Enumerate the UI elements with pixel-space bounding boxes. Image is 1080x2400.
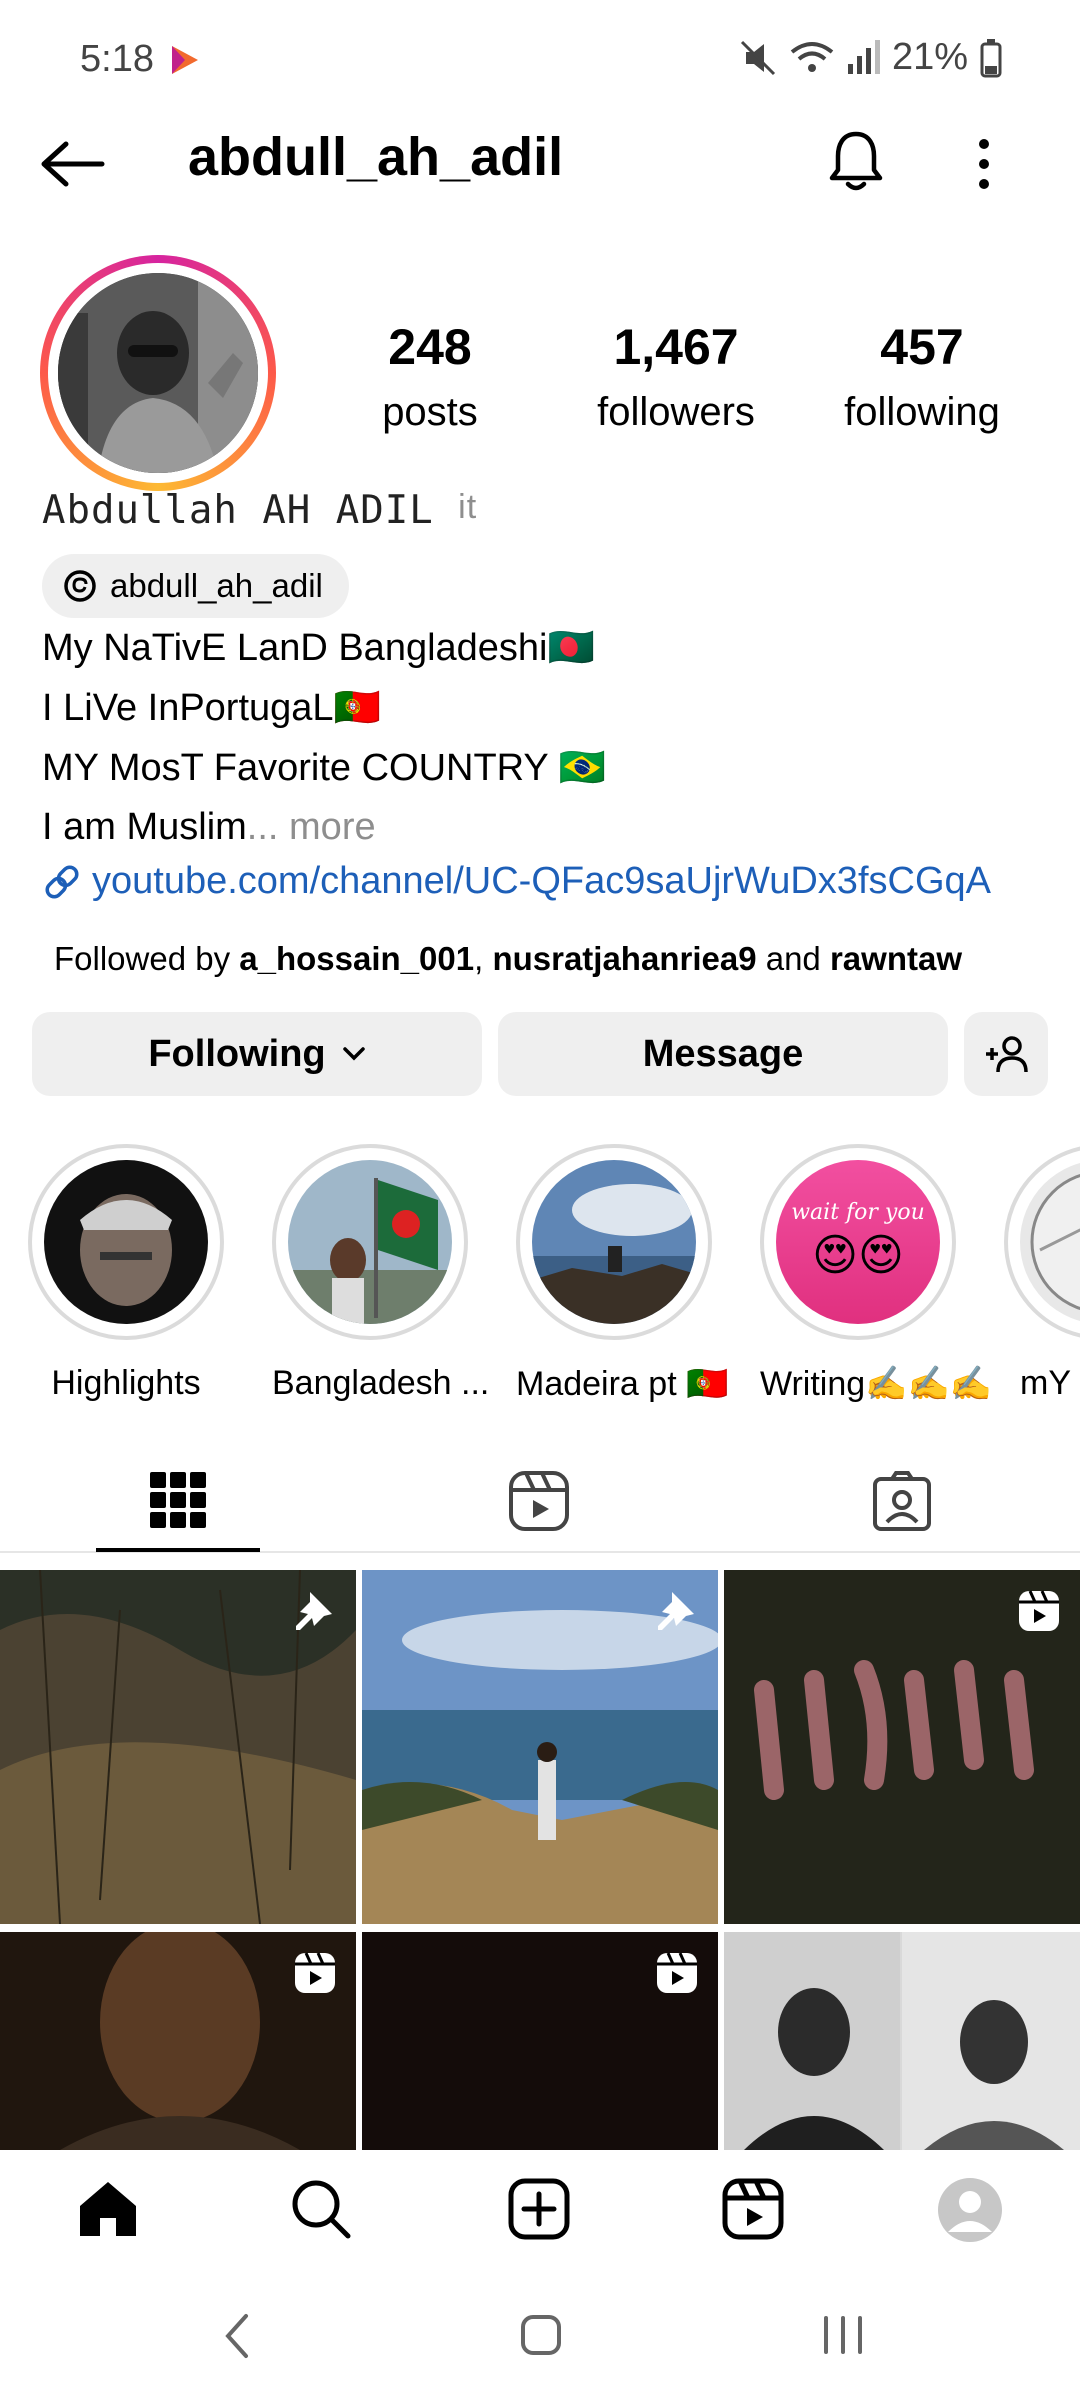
- threads-handle: abdull_ah_adil: [110, 567, 323, 604]
- battery-icon: [980, 38, 1002, 77]
- followed-by[interactable]: Followed by a_hossain_001, nusratjahanri…: [54, 940, 962, 978]
- add-person-icon: [986, 1036, 1028, 1073]
- followers-count: 1,467: [613, 319, 739, 375]
- grid-tab-icon[interactable]: [150, 1472, 206, 1528]
- profile-username: abdull_ah_adil: [188, 127, 564, 187]
- tagged-tab-icon[interactable]: [872, 1470, 932, 1532]
- highlight-item[interactable]: Highlights: [28, 1144, 224, 1403]
- reel-icon: [1019, 1590, 1059, 1631]
- following-count: 457: [880, 319, 964, 375]
- threads-icon: [64, 570, 96, 602]
- posts-stat[interactable]: 248 posts: [330, 318, 530, 435]
- profile-nav-icon[interactable]: [936, 2176, 1004, 2244]
- wifi-icon: [790, 41, 834, 72]
- mute-icon: [740, 40, 775, 75]
- post-tile[interactable]: [724, 1932, 1080, 2150]
- bio-line-4-text: I am Muslim: [42, 806, 247, 848]
- profile-avatar[interactable]: [40, 255, 276, 491]
- system-home-icon[interactable]: [520, 2314, 562, 2356]
- bio-line-3: MY MosT Favorite COUNTRY 🇧🇷: [42, 747, 606, 789]
- followed-by-prefix: Followed by: [54, 940, 240, 977]
- bio-line-4: I am Muslim... more: [42, 806, 376, 849]
- bell-icon[interactable]: [828, 130, 884, 192]
- highlight-item[interactable]: Madeira pt 🇵🇹: [516, 1144, 729, 1404]
- post-tile[interactable]: [362, 1932, 718, 2150]
- home-icon[interactable]: [76, 2178, 140, 2238]
- system-recents-icon[interactable]: [820, 2314, 866, 2356]
- more-options-icon[interactable]: [974, 136, 994, 192]
- followers-stat[interactable]: 1,467 followers: [576, 318, 776, 435]
- reels-tab-icon[interactable]: [508, 1470, 570, 1532]
- pin-icon: [296, 1592, 332, 1630]
- post-tile[interactable]: [724, 1570, 1080, 1924]
- highlight-cover: [532, 1160, 696, 1324]
- link-icon: [45, 864, 79, 899]
- following-button[interactable]: Following: [32, 1012, 482, 1096]
- highlight-label: mY: [1020, 1364, 1071, 1402]
- followed-by-user-1[interactable]: a_hossain_001: [239, 940, 474, 977]
- highlight-cover: [1020, 1160, 1080, 1324]
- emoji-text: 😍😍: [812, 1231, 904, 1280]
- reel-icon: [657, 1952, 697, 1993]
- active-tab-indicator: [96, 1548, 260, 1552]
- highlight-label: Highlights: [51, 1364, 201, 1402]
- status-time: 5:18: [80, 38, 154, 80]
- post-tile[interactable]: [362, 1570, 718, 1924]
- bio-more-link[interactable]: ... more: [247, 806, 376, 848]
- battery-percent: 21%: [891, 36, 968, 78]
- reel-icon: [295, 1952, 335, 1993]
- search-icon[interactable]: [290, 2178, 352, 2240]
- highlight-cover: [288, 1160, 452, 1324]
- pronoun-tag: it: [458, 488, 478, 526]
- highlight-cover: wait for you 😍😍: [776, 1160, 940, 1324]
- system-back-icon[interactable]: [222, 2312, 252, 2360]
- followed-by-user-3[interactable]: rawntaw: [830, 940, 962, 977]
- chevron-down-icon: [342, 1047, 365, 1061]
- back-arrow-icon[interactable]: [40, 140, 106, 188]
- display-name: Abdullah AH ADIL it: [42, 488, 477, 533]
- following-button-label: Following: [148, 1032, 326, 1075]
- pin-icon: [658, 1592, 694, 1630]
- signal-icon: [847, 39, 880, 74]
- highlight-item[interactable]: Bangladesh ...: [272, 1144, 490, 1403]
- following-label: following: [844, 390, 1000, 434]
- followed-by-and: and: [756, 940, 830, 977]
- highlight-label: Madeira pt 🇵🇹: [516, 1365, 729, 1403]
- highlight-cover: [44, 1160, 208, 1324]
- message-button[interactable]: Message: [498, 1012, 948, 1096]
- display-name-text: Abdullah AH ADIL: [42, 488, 434, 533]
- followed-by-separator: ,: [474, 940, 493, 977]
- highlight-label: Bangladesh ...: [272, 1364, 490, 1402]
- post-tile[interactable]: [0, 1932, 356, 2150]
- bio-line-2: I LiVe InPortugaL🇵🇹: [42, 687, 381, 729]
- create-post-icon[interactable]: [508, 2178, 570, 2240]
- following-stat[interactable]: 457 following: [822, 318, 1022, 435]
- posts-count: 248: [388, 319, 472, 375]
- avatar-photo: [58, 273, 258, 473]
- followers-label: followers: [597, 390, 755, 434]
- highlight-item-partial[interactable]: mY: [1004, 1144, 1080, 1424]
- message-button-label: Message: [642, 1032, 804, 1075]
- suggest-users-button[interactable]: [964, 1012, 1048, 1096]
- highlight-label: Writing✍️✍️✍️: [760, 1365, 993, 1403]
- posts-label: posts: [382, 390, 478, 434]
- wait-for-you-text: wait for you: [791, 1200, 925, 1225]
- post-tile[interactable]: [0, 1570, 356, 1924]
- status-icons: 21%: [738, 36, 1002, 79]
- bio-link[interactable]: youtube.com/channel/UC-QFac9saUjrWuDx3fs…: [42, 860, 991, 903]
- bio-line-1: My NaTivE LanD Bangladeshi🇧🇩: [42, 627, 595, 669]
- bio-link-text[interactable]: youtube.com/channel/UC-QFac9saUjrWuDx3fs…: [92, 860, 991, 903]
- highlight-item[interactable]: wait for you 😍😍 Writing✍️✍️✍️: [760, 1144, 993, 1404]
- reels-nav-icon[interactable]: [722, 2178, 784, 2240]
- app-notification-icon: [172, 46, 198, 74]
- followed-by-user-2[interactable]: nusratjahanriea9: [492, 940, 756, 977]
- threads-badge[interactable]: abdull_ah_adil: [42, 554, 349, 618]
